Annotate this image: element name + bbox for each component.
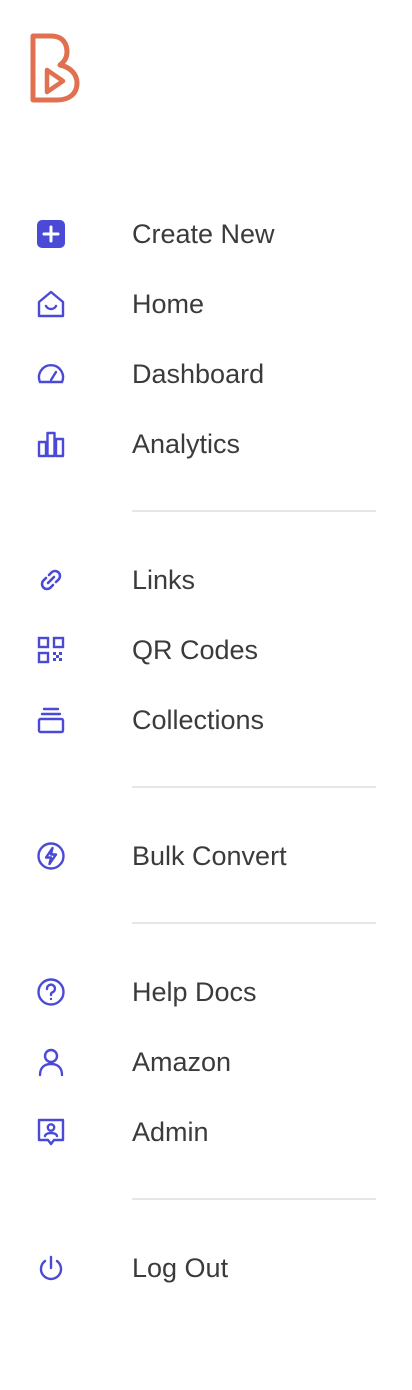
nav-item-label: Amazon (132, 1047, 232, 1077)
stack-icon (36, 705, 66, 735)
nav-item-amazon[interactable]: Amazon (0, 1033, 412, 1089)
nav-item-label: Log Out (132, 1253, 229, 1283)
nav-item-bulk-convert[interactable]: Bulk Convert (0, 827, 412, 883)
nav-item-create-new[interactable]: Create New (0, 205, 412, 261)
nav-item-label: Admin (132, 1117, 209, 1147)
nav-item-label: Bulk Convert (132, 841, 287, 871)
divider (132, 922, 376, 924)
nav-item-label: QR Codes (132, 635, 259, 665)
user-icon (36, 1047, 66, 1077)
nav-item-label: Links (132, 565, 196, 595)
nav-item-label: Dashboard (132, 359, 265, 389)
qr-code-icon (36, 635, 66, 665)
nav-item-analytics[interactable]: Analytics (0, 415, 412, 471)
nav-item-help-docs[interactable]: Help Docs (0, 963, 412, 1019)
divider (132, 510, 376, 512)
power-icon (36, 1253, 66, 1283)
lightning-circle-icon (36, 841, 66, 871)
nav-item-label: Home (132, 289, 205, 319)
nav-item-home[interactable]: Home (0, 275, 412, 331)
divider (132, 786, 376, 788)
nav-item-admin[interactable]: Admin (0, 1103, 412, 1159)
gauge-icon (36, 359, 66, 389)
nav-item-label: Help Docs (132, 977, 257, 1007)
nav-item-log-out[interactable]: Log Out (0, 1239, 412, 1295)
nav-item-dashboard[interactable]: Dashboard (0, 345, 412, 401)
home-icon (36, 289, 66, 319)
brand-logo[interactable] (27, 32, 81, 104)
nav-item-collections[interactable]: Collections (0, 691, 412, 747)
link-icon (36, 565, 66, 595)
brand-logo-icon (30, 33, 80, 103)
nav-item-qr-codes[interactable]: QR Codes (0, 621, 412, 677)
nav-item-label: Create New (132, 219, 275, 249)
bar-chart-icon (36, 429, 66, 459)
nav-item-links[interactable]: Links (0, 551, 412, 607)
nav-item-label: Analytics (132, 429, 241, 459)
nav-item-label: Collections (132, 705, 265, 735)
plus-square-icon (36, 219, 66, 249)
user-badge-icon (36, 1117, 66, 1147)
question-circle-icon (36, 977, 66, 1007)
divider (132, 1198, 376, 1200)
